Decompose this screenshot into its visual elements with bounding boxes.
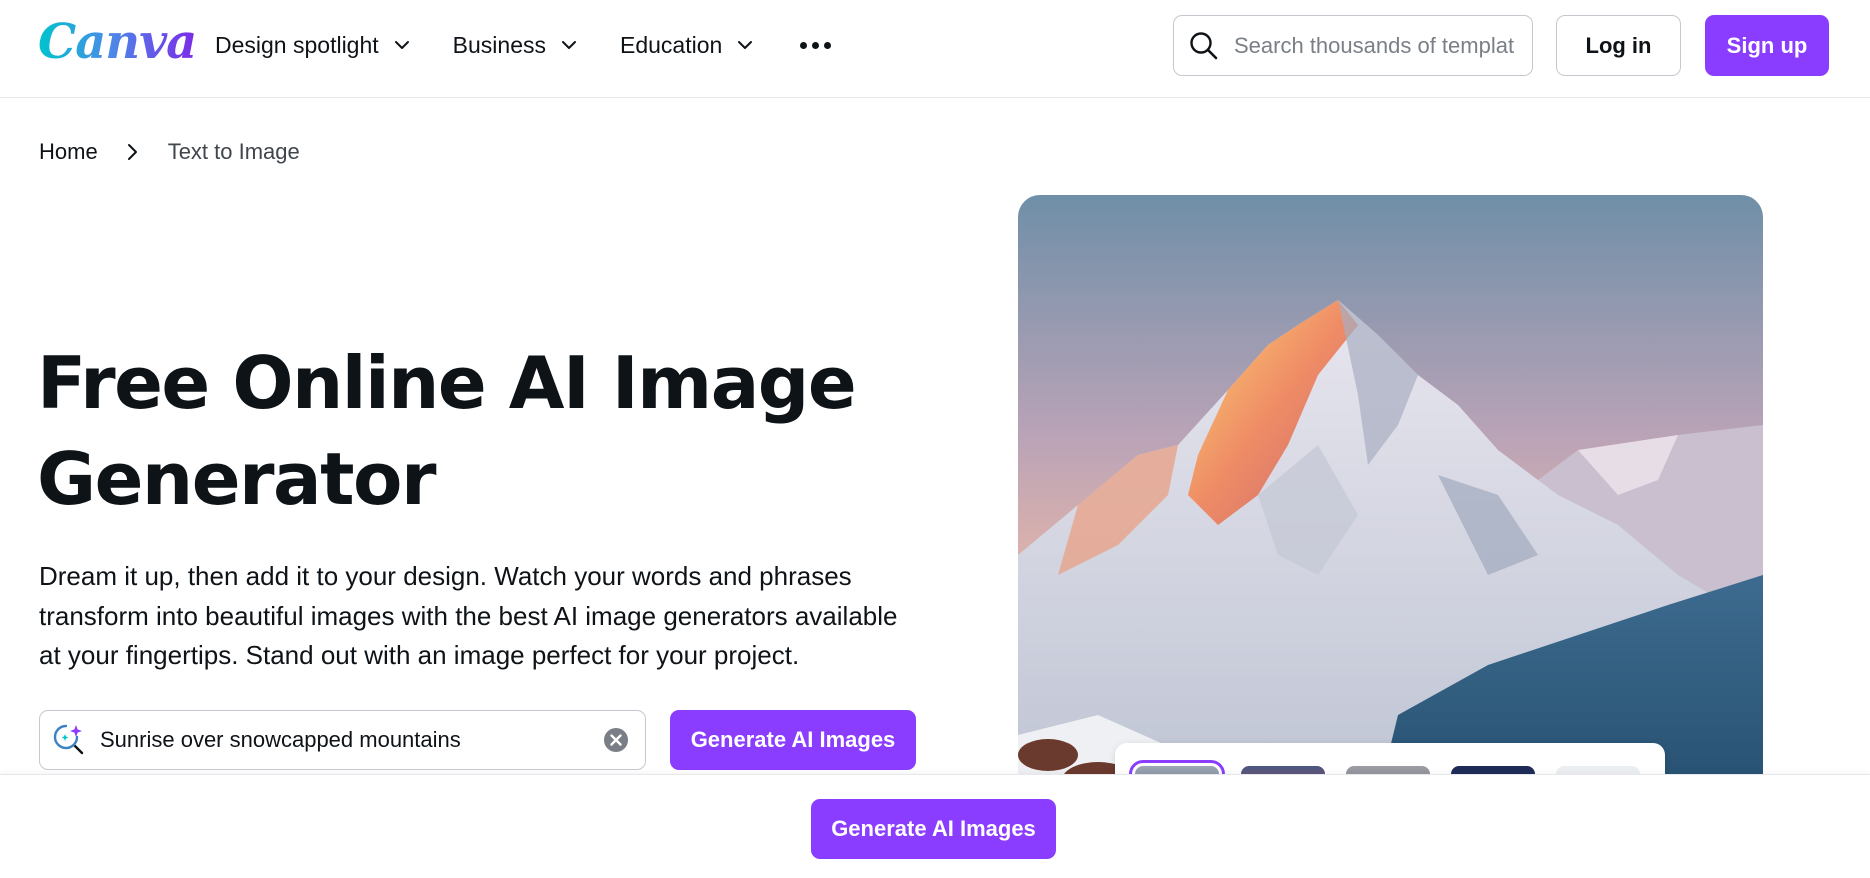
prompt-input-field[interactable]: Sunrise over snowcapped mountains xyxy=(39,710,646,770)
nav-education[interactable]: Education xyxy=(620,32,754,59)
prompt-text[interactable]: Sunrise over snowcapped mountains xyxy=(100,727,603,753)
hero-description: Dream it up, then add it to your design.… xyxy=(39,561,898,670)
chevron-down-icon xyxy=(738,41,753,49)
template-search-box[interactable] xyxy=(1173,15,1533,76)
chevron-down-icon xyxy=(394,41,409,49)
login-button[interactable]: Log in xyxy=(1556,15,1681,76)
search-icon xyxy=(1190,31,1218,59)
search-input[interactable] xyxy=(1234,32,1514,59)
signup-button[interactable]: Sign up xyxy=(1705,15,1829,76)
breadcrumb: Home Text to Image xyxy=(39,139,300,165)
chevron-right-icon xyxy=(127,144,137,160)
generate-ai-images-button[interactable]: Generate AI Images xyxy=(670,710,916,770)
magic-search-icon xyxy=(53,724,84,755)
top-navigation-bar: Canva Design spotlight Business Educatio… xyxy=(0,0,1870,98)
sticky-bottom-bar: Generate AI Images xyxy=(0,774,1870,878)
nav-design-spotlight[interactable]: Design spotlight xyxy=(215,32,411,59)
page-title: Free Online AI Image Generator xyxy=(37,341,857,521)
clear-icon[interactable] xyxy=(603,727,629,753)
nav-label: Education xyxy=(619,31,723,58)
main-nav: Design spotlight Business Education xyxy=(215,28,832,62)
chevron-down-icon xyxy=(561,41,576,49)
nav-business[interactable]: Business xyxy=(453,32,578,59)
sticky-generate-ai-images-button[interactable]: Generate AI Images xyxy=(811,799,1056,859)
breadcrumb-current: Text to Image xyxy=(167,139,300,164)
canva-logo[interactable]: Canva xyxy=(38,14,197,70)
more-options-icon[interactable] xyxy=(800,41,832,49)
nav-label: Business xyxy=(452,31,546,58)
breadcrumb-home-link[interactable]: Home xyxy=(39,139,98,165)
nav-label: Design spotlight xyxy=(215,31,379,58)
